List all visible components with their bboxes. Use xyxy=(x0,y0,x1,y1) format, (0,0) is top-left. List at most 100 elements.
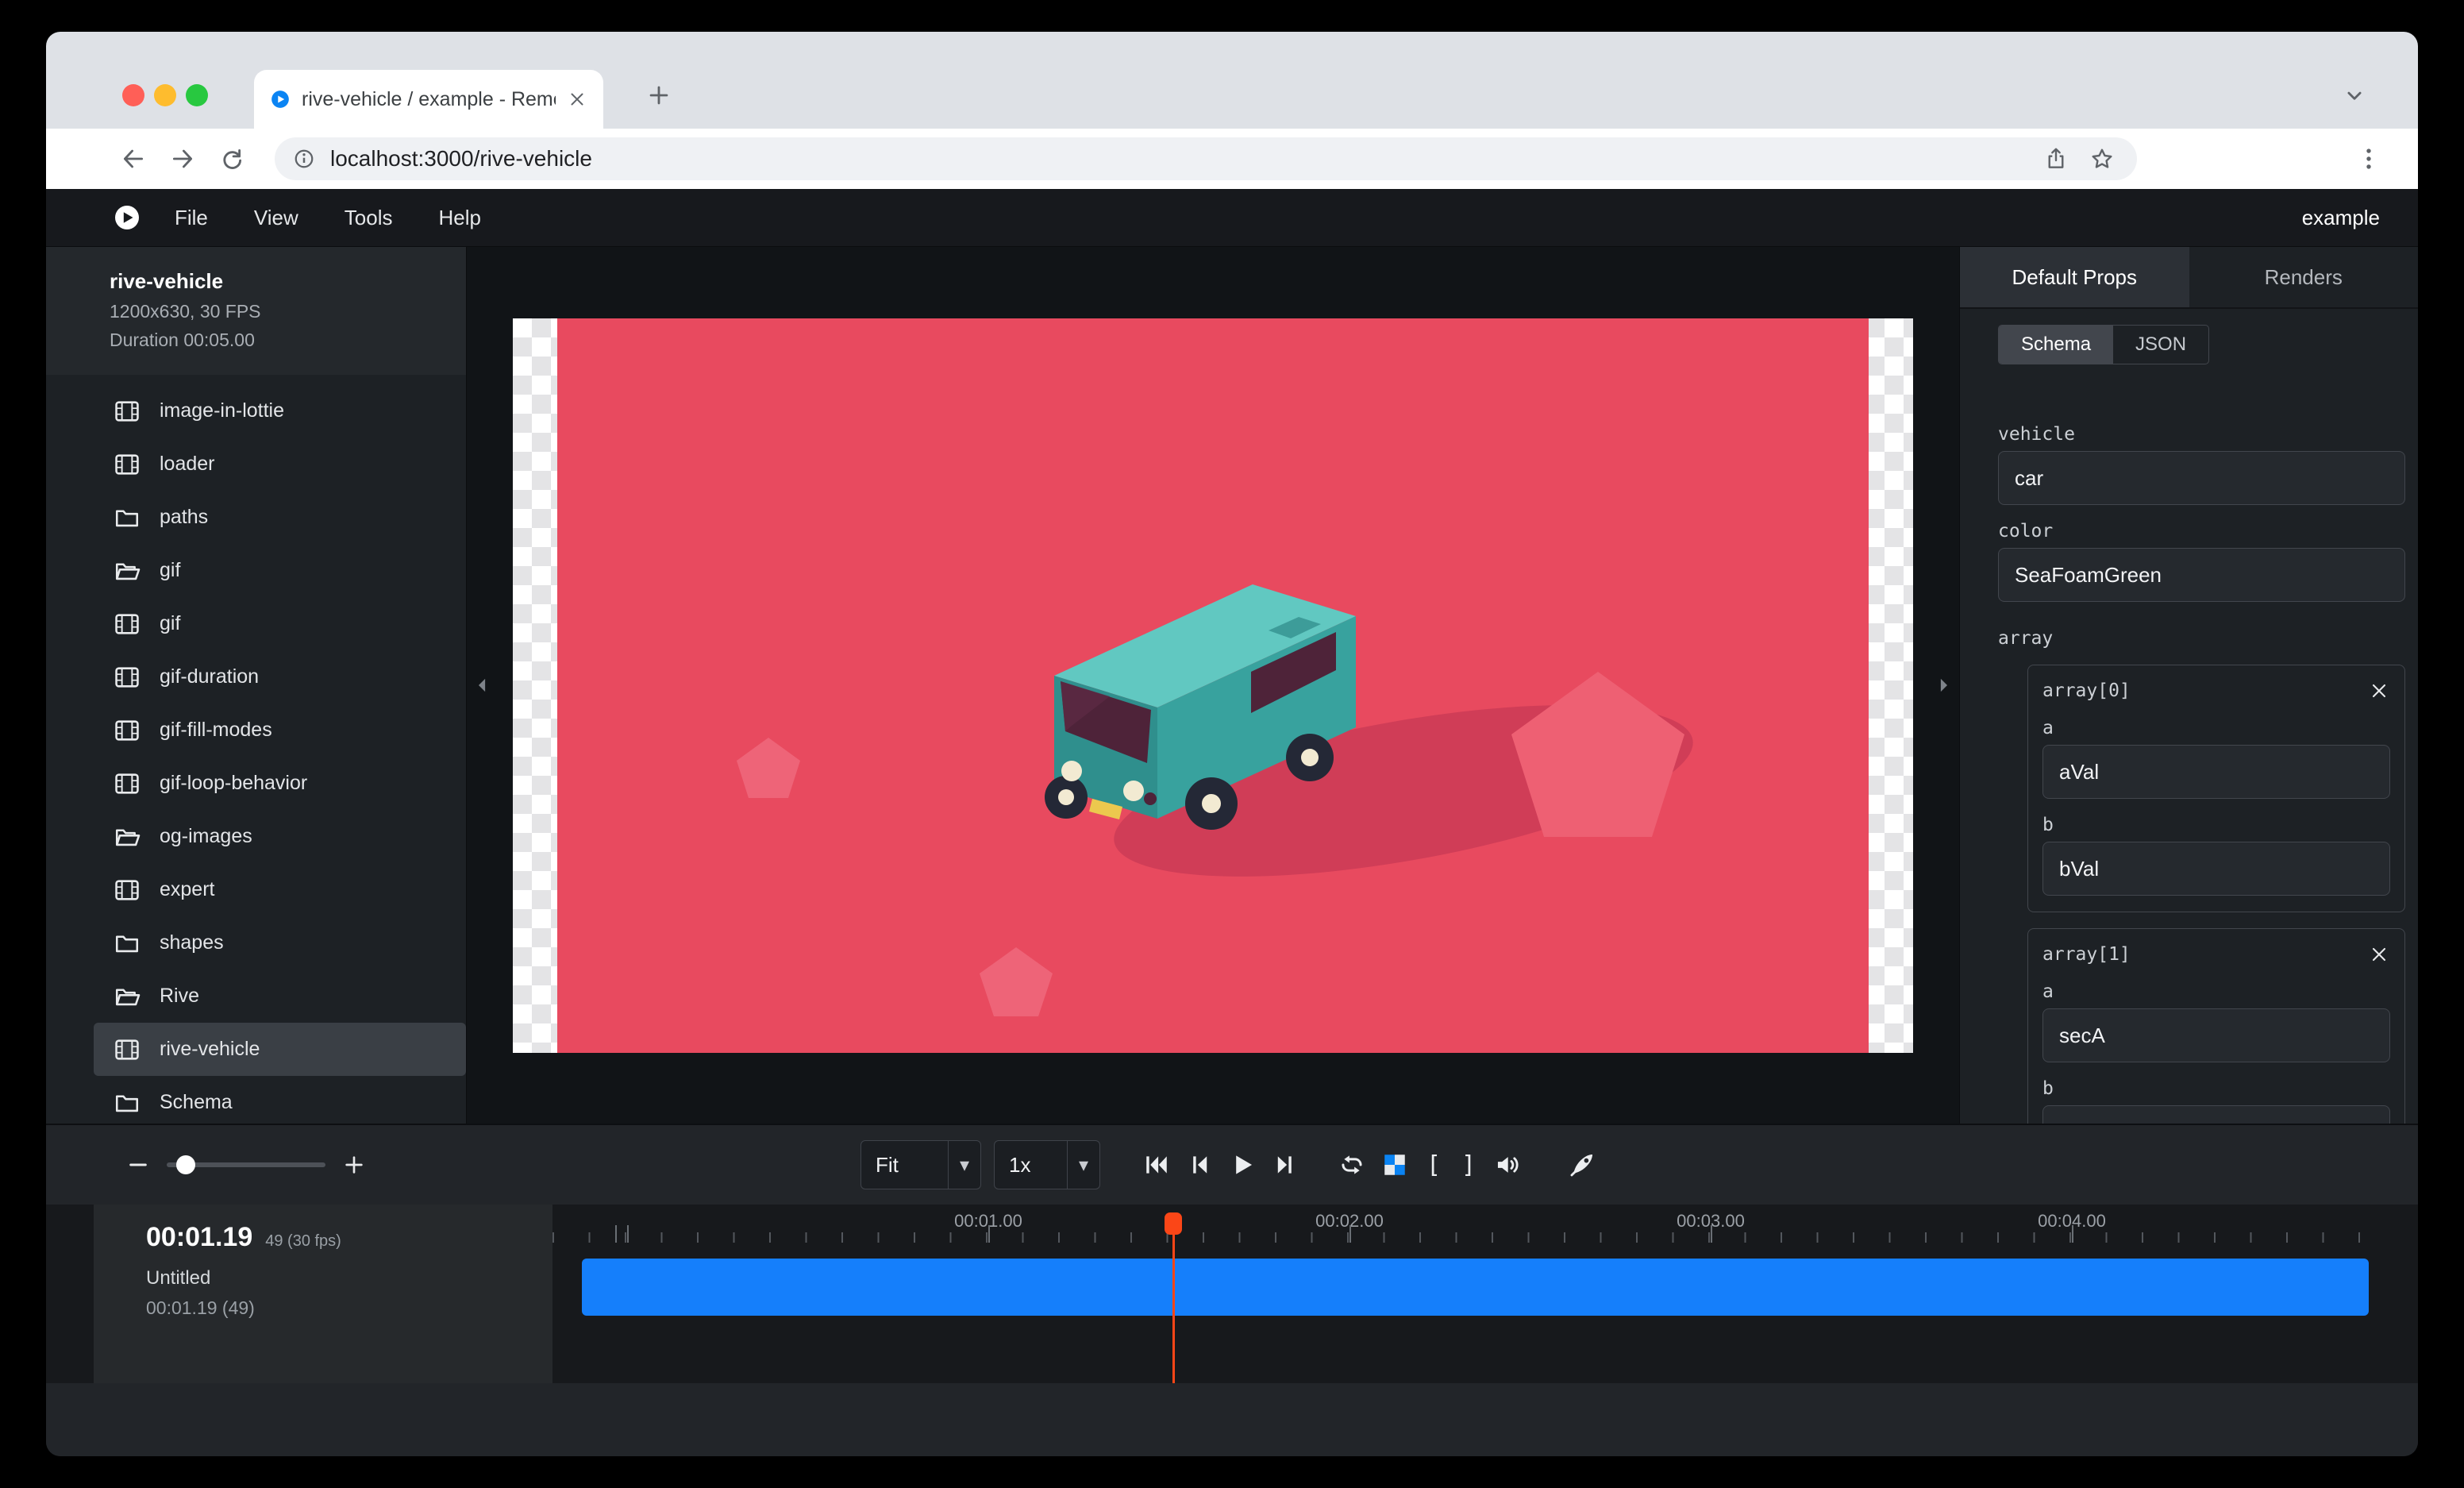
remove-array-item-icon[interactable] xyxy=(2368,943,2390,966)
skip-to-start-icon[interactable] xyxy=(1135,1143,1178,1186)
array-item-0: array[0] a b xyxy=(2027,665,2405,912)
film-icon xyxy=(114,611,141,638)
window-controls xyxy=(122,84,208,106)
close-window-button[interactable] xyxy=(122,84,144,106)
new-tab-button[interactable] xyxy=(633,70,684,121)
sidebar-item-gif-duration[interactable]: gif-duration xyxy=(46,650,466,704)
timeline-track-bar[interactable] xyxy=(582,1259,2369,1316)
main-area: rive-vehicle 1200x630, 30 FPS Duration 0… xyxy=(46,247,2418,1124)
sidebar-item-og-images[interactable]: og-images xyxy=(46,810,466,863)
folder-icon xyxy=(114,1089,141,1116)
array-0-a-input[interactable] xyxy=(2042,745,2390,799)
remove-array-item-icon[interactable] xyxy=(2368,680,2390,702)
sidebar-item-rive-folder[interactable]: Rive xyxy=(46,970,466,1023)
array-1-a-label: a xyxy=(2042,981,2390,1002)
array-0-b-input[interactable] xyxy=(2042,842,2390,896)
menu-file[interactable]: File xyxy=(175,206,208,230)
array-1-b-input[interactable] xyxy=(2042,1105,2390,1124)
reload-icon[interactable] xyxy=(211,138,252,179)
sidebar-item-loader[interactable]: loader xyxy=(46,438,466,491)
volume-icon[interactable] xyxy=(1486,1143,1529,1186)
compositions-sidebar: rive-vehicle 1200x630, 30 FPS Duration 0… xyxy=(46,247,467,1124)
frame-info: 49 (30 fps) xyxy=(265,1232,341,1251)
back-icon[interactable] xyxy=(113,138,154,179)
zoom-slider[interactable] xyxy=(167,1162,325,1167)
loop-icon[interactable] xyxy=(1330,1143,1373,1186)
sidebar-item-gif-fill-modes[interactable]: gif-fill-modes xyxy=(46,704,466,757)
vehicle-input[interactable] xyxy=(1998,451,2405,505)
zoom-slider-thumb[interactable] xyxy=(176,1155,195,1174)
zoom-controls xyxy=(125,1152,367,1178)
array-1-b-label: b xyxy=(2042,1078,2390,1099)
fullscreen-window-button[interactable] xyxy=(186,84,208,106)
array-item-1-header: array[1] xyxy=(2042,943,2390,966)
sidebar-item-schema[interactable]: Schema xyxy=(46,1076,466,1124)
in-point-bracket-icon[interactable]: [ xyxy=(1416,1151,1451,1180)
composition-title: rive-vehicle xyxy=(110,269,447,294)
zoom-in-icon[interactable] xyxy=(341,1152,367,1178)
share-icon[interactable] xyxy=(2039,141,2073,176)
van-animation xyxy=(513,318,1913,1053)
sidebar-item-expert[interactable]: expert xyxy=(46,863,466,916)
sidebar-item-paths[interactable]: paths xyxy=(46,491,466,544)
bookmark-star-icon[interactable] xyxy=(2085,141,2119,176)
array-label: array xyxy=(1998,628,2405,649)
sidebar-item-image-in-lottie[interactable]: image-in-lottie xyxy=(46,384,466,438)
play-icon[interactable] xyxy=(1221,1143,1264,1186)
color-input[interactable] xyxy=(1998,548,2405,602)
fit-dropdown[interactable]: Fit ▾ xyxy=(860,1140,981,1189)
subtab-schema[interactable]: Schema xyxy=(1999,326,2113,364)
render-rocket-icon[interactable] xyxy=(1561,1143,1604,1186)
speed-dropdown[interactable]: 1x ▾ xyxy=(994,1140,1100,1189)
film-icon xyxy=(114,398,141,425)
array-item-0-title: array[0] xyxy=(2042,680,2131,701)
browser-tab[interactable]: rive-vehicle / example - Remot xyxy=(254,70,603,129)
next-frame-icon[interactable] xyxy=(1264,1143,1307,1186)
subtab-json[interactable]: JSON xyxy=(2113,326,2208,364)
sidebar-item-gif[interactable]: gif xyxy=(46,597,466,650)
transparency-checkerboard-icon[interactable] xyxy=(1373,1143,1416,1186)
menu-view[interactable]: View xyxy=(254,206,298,230)
tab-renders[interactable]: Renders xyxy=(2189,247,2419,307)
zoom-out-icon[interactable] xyxy=(125,1152,151,1178)
array-1-a-input[interactable] xyxy=(2042,1008,2390,1062)
tab-title: rive-vehicle / example - Remot xyxy=(302,88,556,111)
menu-help[interactable]: Help xyxy=(439,206,481,230)
browser-tabstrip: rive-vehicle / example - Remot xyxy=(46,32,2418,129)
forward-icon[interactable] xyxy=(162,138,203,179)
tab-close-icon[interactable] xyxy=(567,89,587,110)
desktop: rive-vehicle / example - Remot localhost… xyxy=(0,0,2464,1488)
array-item-1-title: array[1] xyxy=(2042,944,2131,965)
minimize-window-button[interactable] xyxy=(154,84,176,106)
sidebar-item-rive-vehicle[interactable]: rive-vehicle xyxy=(94,1023,466,1076)
composition-list: image-in-lottie loader paths gif xyxy=(46,375,466,1124)
transport-controls: Fit ▾ 1x ▾ [ ] xyxy=(860,1140,1604,1189)
browser-menu-icon[interactable] xyxy=(2348,138,2389,179)
tab-default-props[interactable]: Default Props xyxy=(1960,247,2189,307)
collapse-right-panel-icon[interactable] xyxy=(1931,673,1956,698)
preview-area xyxy=(467,247,1959,1124)
sidebar-item-gif-loop-behavior[interactable]: gif-loop-behavior xyxy=(46,757,466,810)
menu-tools[interactable]: Tools xyxy=(345,206,393,230)
video-canvas[interactable] xyxy=(513,318,1913,1053)
collapse-left-panel-icon[interactable] xyxy=(470,673,495,698)
timeline-ruler[interactable]: 00:01.00 00:02.00 00:03.00 00:04.00 xyxy=(552,1205,2418,1243)
url-bar[interactable]: localhost:3000/rive-vehicle xyxy=(275,137,2137,180)
props-tabs: Default Props Renders xyxy=(1960,247,2418,309)
track-name[interactable]: Untitled xyxy=(146,1267,552,1289)
previous-frame-icon[interactable] xyxy=(1178,1143,1221,1186)
film-icon xyxy=(114,717,141,744)
film-icon xyxy=(114,770,141,797)
playhead-marker[interactable] xyxy=(1165,1212,1182,1235)
fit-value: Fit xyxy=(861,1153,948,1178)
track-time: 00:01.19 (49) xyxy=(146,1297,552,1319)
tab-search-chevron-icon[interactable] xyxy=(2329,70,2380,121)
remotion-favicon xyxy=(270,89,291,110)
sidebar-item-gif-folder[interactable]: gif xyxy=(46,544,466,597)
sidebar-item-shapes[interactable]: shapes xyxy=(46,916,466,970)
schema-json-toggle: Schema JSON xyxy=(1998,325,2209,364)
out-point-bracket-icon[interactable]: ] xyxy=(1451,1151,1486,1180)
site-info-icon[interactable] xyxy=(292,147,316,171)
props-body: Schema JSON vehicle color array array[0] xyxy=(1960,309,2418,1124)
film-icon xyxy=(114,664,141,691)
